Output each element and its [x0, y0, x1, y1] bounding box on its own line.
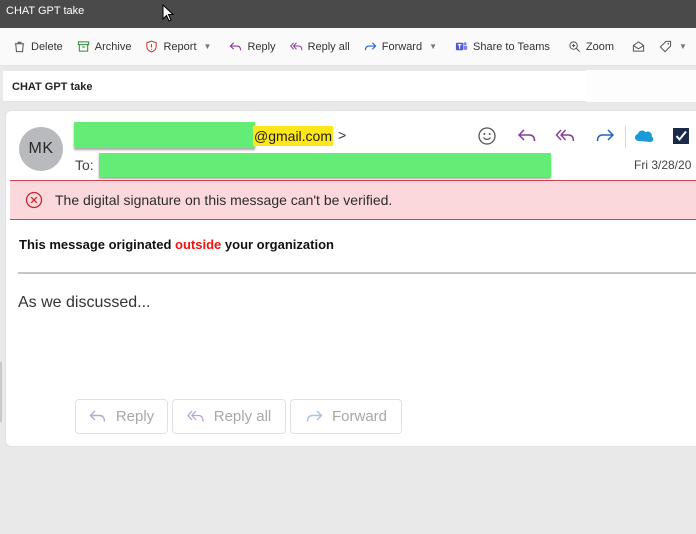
sender-email-bracket: > — [338, 127, 347, 143]
share-to-teams-button[interactable]: Share to Teams — [448, 34, 557, 60]
forward-icon — [364, 42, 377, 51]
trash-icon — [14, 41, 25, 53]
reply-action-label: Reply — [115, 408, 155, 425]
shield-warning-icon — [146, 40, 158, 53]
sender-name-redaction — [74, 122, 255, 148]
report-button[interactable]: Report ▼ — [138, 34, 218, 60]
mark-read-button[interactable] — [625, 34, 652, 60]
tag-icon — [659, 40, 672, 53]
mouse-cursor-icon — [162, 4, 174, 22]
zoom-button[interactable]: Zoom — [561, 34, 621, 60]
emoji-icon[interactable] — [476, 125, 498, 147]
chevron-down-icon: ▼ — [429, 42, 438, 51]
reply-action-button[interactable]: Reply — [75, 399, 168, 434]
envelope-open-icon — [632, 41, 645, 52]
avatar[interactable]: MK — [19, 127, 63, 171]
chevron-down-icon: ▼ — [203, 42, 212, 51]
message-date: Fri 3/28/20 — [634, 158, 692, 172]
salesforce-icon[interactable] — [633, 125, 655, 147]
reply-button[interactable]: Reply — [222, 34, 282, 60]
external-sender-notice: This message originated outside your org… — [19, 237, 334, 252]
archive-label: Archive — [94, 40, 132, 53]
reply-all-icon[interactable] — [555, 125, 577, 147]
zoom-icon — [569, 41, 580, 52]
zoom-label: Zoom — [585, 40, 614, 53]
reply-all-icon — [186, 410, 204, 422]
archive-icon — [77, 41, 89, 52]
sender-email-domain[interactable]: @gmail.com — [253, 126, 334, 146]
reply-all-action-label: Reply all — [213, 408, 272, 425]
reply-all-icon — [289, 42, 302, 51]
to-label: To: — [75, 157, 94, 173]
forward-button[interactable]: Forward ▼ — [357, 34, 444, 60]
categorize-button[interactable]: ▼ — [652, 34, 694, 60]
external-notice-prefix: This message originated — [19, 237, 176, 252]
reply-icon — [230, 42, 242, 51]
teams-icon — [455, 42, 468, 51]
reply-all-action-button[interactable]: Reply all — [172, 399, 286, 434]
signature-warning-banner: The digital signature on this message ca… — [10, 180, 696, 220]
message-body: As we discussed... — [18, 294, 151, 311]
pane-resize-edge[interactable] — [0, 362, 2, 422]
archive-button[interactable]: Archive — [70, 34, 139, 60]
command-toolbar: Delete Archive Report ▼ Reply Reply all … — [0, 28, 696, 66]
external-notice-keyword: outside — [175, 237, 222, 252]
reply-icon[interactable] — [516, 125, 538, 147]
window-title: CHAT GPT take — [6, 5, 85, 17]
signature-warning-text: The digital signature on this message ca… — [55, 192, 393, 208]
message-reading-pane: MK @gmail.com > To: Fri 3/28/20 The digi… — [5, 110, 696, 447]
subject-bar-fade — [586, 70, 696, 102]
report-label: Report — [163, 40, 197, 53]
chevron-down-icon: ▼ — [678, 42, 687, 51]
checkmark-app-icon[interactable] — [670, 125, 692, 147]
header-icons-divider — [625, 126, 626, 148]
window-title-bar: CHAT GPT take — [0, 0, 696, 28]
delete-label: Delete — [31, 40, 63, 53]
recipient-redaction — [99, 153, 551, 177]
forward-label: Forward — [381, 40, 423, 53]
reply-all-button[interactable]: Reply all — [283, 34, 357, 60]
forward-icon[interactable] — [594, 125, 616, 147]
reply-icon — [89, 410, 106, 422]
forward-action-label: Forward — [331, 408, 387, 425]
external-notice-suffix: your organization — [221, 237, 334, 252]
delete-button[interactable]: Delete — [6, 34, 70, 60]
error-circle-icon — [25, 191, 43, 209]
forward-icon — [306, 410, 323, 422]
share-to-teams-label: Share to Teams — [473, 40, 550, 53]
forward-action-button[interactable]: Forward — [290, 399, 402, 434]
reply-all-label: Reply all — [307, 40, 350, 53]
reply-label: Reply — [247, 40, 276, 53]
body-divider — [18, 272, 696, 274]
